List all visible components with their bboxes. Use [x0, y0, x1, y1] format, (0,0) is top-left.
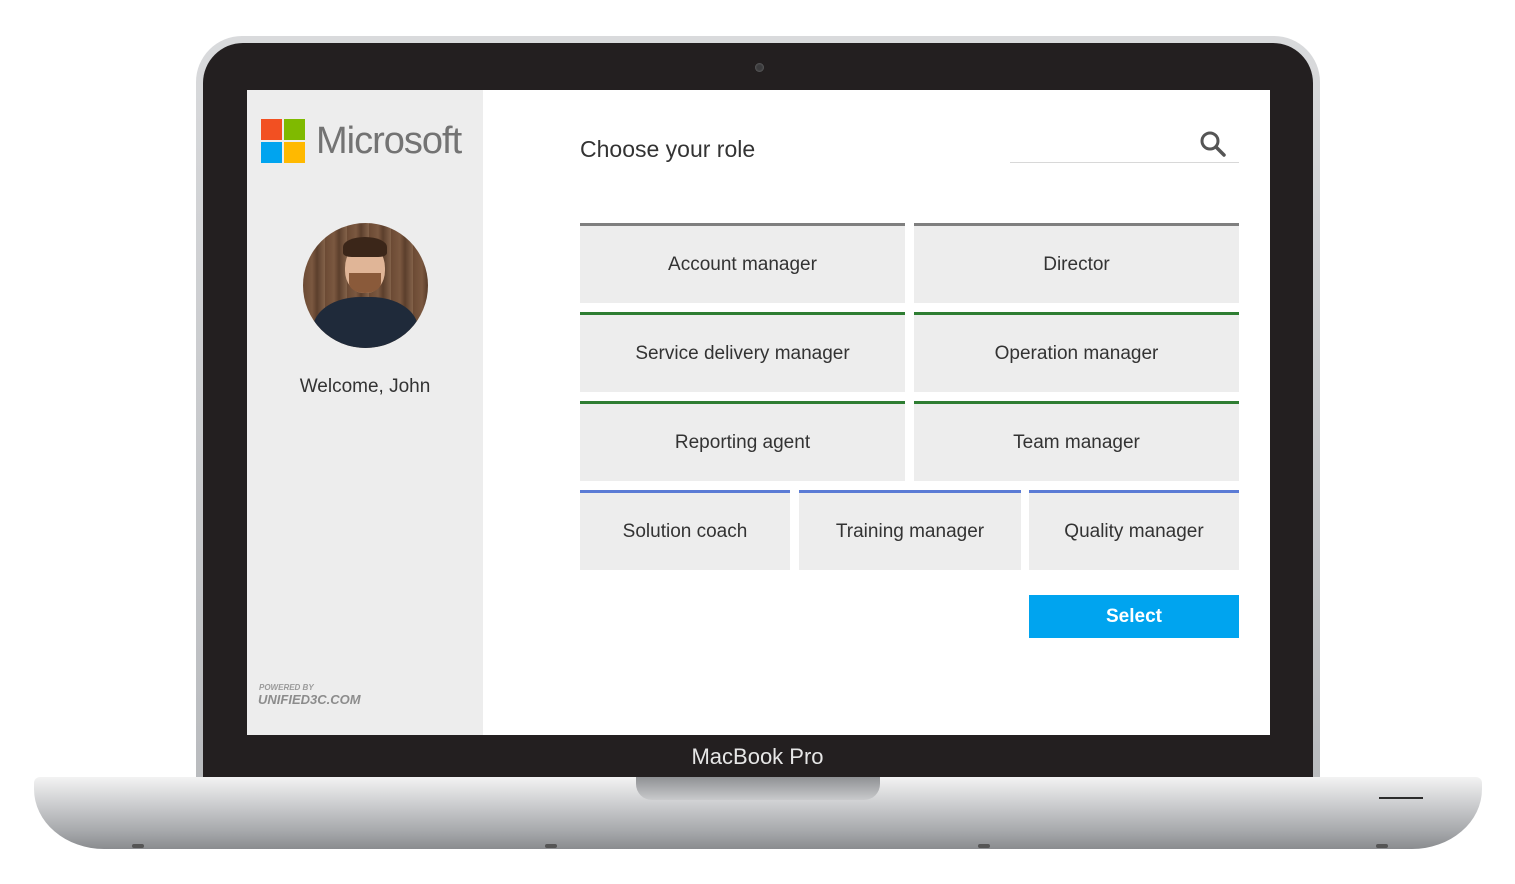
laptop-foot: [1376, 844, 1388, 848]
search-icon[interactable]: [1199, 130, 1227, 158]
welcome-text: Welcome, John: [299, 376, 431, 397]
search-input[interactable]: [1010, 162, 1239, 163]
sidebar: Microsoft Welcome, John POWERED BY UNIFI…: [247, 90, 483, 735]
powered-by-label: POWERED BY: [259, 683, 314, 692]
powered-by-site: UNIFIED3C.COM: [258, 692, 361, 707]
laptop-foot: [978, 844, 990, 848]
role-director[interactable]: Director: [914, 223, 1239, 303]
laptop-foot: [132, 844, 144, 848]
device-label: MacBook Pro: [691, 744, 824, 769]
role-quality-manager[interactable]: Quality manager: [1029, 490, 1239, 570]
laptop-notch: [636, 777, 880, 800]
laptop-foot: [545, 844, 557, 848]
app-screen: Microsoft Welcome, John POWERED BY UNIFI…: [247, 90, 1270, 735]
role-training-manager[interactable]: Training manager: [799, 490, 1021, 570]
select-button[interactable]: Select: [1029, 595, 1239, 638]
role-operation-manager[interactable]: Operation manager: [914, 312, 1239, 392]
avatar: [303, 223, 428, 348]
drive-slot: [1379, 797, 1423, 799]
role-solution-coach[interactable]: Solution coach: [580, 490, 790, 570]
brand-name: Microsoft: [316, 120, 462, 162]
role-account-manager[interactable]: Account manager: [580, 223, 905, 303]
role-reporting-agent[interactable]: Reporting agent: [580, 401, 905, 481]
role-service-delivery-manager[interactable]: Service delivery manager: [580, 312, 905, 392]
camera-icon: [755, 63, 764, 72]
role-team-manager[interactable]: Team manager: [914, 401, 1239, 481]
page-title: Choose your role: [580, 136, 756, 162]
microsoft-logo-icon: [261, 119, 305, 163]
